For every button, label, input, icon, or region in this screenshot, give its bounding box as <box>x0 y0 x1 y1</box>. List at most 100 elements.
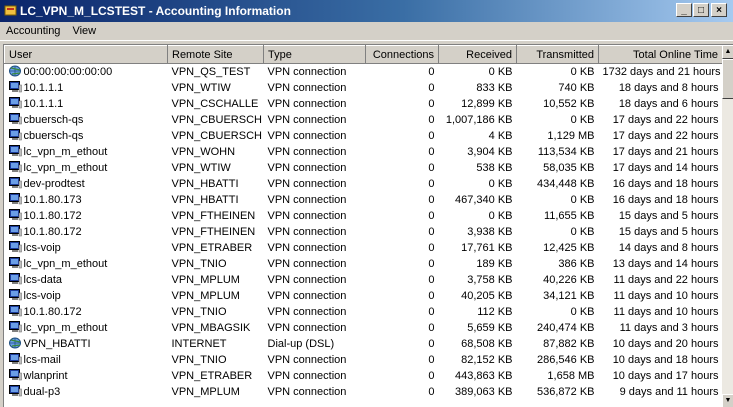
cell-received: 17,761 KB <box>461 242 513 254</box>
computer-icon <box>8 81 22 93</box>
col-header-user[interactable]: User <box>4 45 168 64</box>
table-row[interactable]: VPN_HBATTI INTERNET Dial-up (DSL) 0 68,508 K… <box>5 336 723 352</box>
cell-remote-site: VPN_ETRABER <box>171 370 253 382</box>
computer-icon <box>8 209 22 221</box>
minimize-button[interactable]: _ <box>676 3 692 17</box>
table-row[interactable]: dev-prodtest VPN_HBATTI VPN connection 0 0 K… <box>5 176 723 192</box>
table-row[interactable]: wlanprint VPN_ETRABER VPN connection 0 443,8… <box>5 368 723 384</box>
table-row[interactable]: lc_vpn_m_ethout VPN_TNIO VPN connection 0 18… <box>5 256 723 272</box>
user-name: 10.1.1.1 <box>23 82 64 94</box>
computer-icon <box>8 385 22 397</box>
cell-received: 389,063 KB <box>455 386 513 398</box>
table-row[interactable]: lcs-voip VPN_ETRABER VPN connection 0 17,761… <box>5 240 723 256</box>
scroll-thumb[interactable] <box>722 59 733 99</box>
cell-type: Dial-up (DSL) <box>267 338 335 350</box>
menu-view[interactable]: View <box>66 22 102 40</box>
cell-received: 467,340 KB <box>455 194 513 206</box>
user-name: 00:00:00:00:00:00 <box>23 66 113 78</box>
cell-type: VPN connection <box>267 322 347 334</box>
cell-connections: 0 <box>428 274 435 286</box>
table-row[interactable]: dual-p3 VPN_MPLUM VPN connection 0 389,063 K… <box>5 384 723 400</box>
title-bar[interactable]: LC_VPN_M_LCSTEST - Accounting Informatio… <box>0 0 733 22</box>
maximize-button[interactable]: □ <box>693 3 709 17</box>
accounting-list: User Remote Site Type Connections Receiv… <box>3 44 733 407</box>
scroll-up-button[interactable]: ▲ <box>722 45 733 59</box>
cell-received: 833 KB <box>476 82 513 94</box>
cell-remote-site: VPN_WTIW <box>171 82 231 94</box>
table-row[interactable]: 10.1.80.172 VPN_FTHEINEN VPN connection 0 3,… <box>5 224 723 240</box>
cell-total-online-time: 9 days and 11 hours <box>619 386 719 398</box>
table-row[interactable]: lc_vpn_m_ethout VPN_WOHN VPN connection 0 3,… <box>5 144 723 160</box>
cell-received: 538 KB <box>476 162 513 174</box>
cell-user: cbuersch-qs <box>5 112 168 128</box>
table-row[interactable]: 10.1.1.1 VPN_WTIW VPN connection 0 833 KB 740… <box>5 80 723 96</box>
table-row[interactable]: cbuersch-qs VPN_CBUERSCH VPN connection 0 1,… <box>5 112 723 128</box>
table-row[interactable]: lc_vpn_m_ethout VPN_MBAGSIK VPN connection… <box>5 320 723 336</box>
cell-remote-site: VPN_TNIO <box>171 258 227 270</box>
col-header-transmitted[interactable]: Transmitted <box>516 45 599 64</box>
cell-connections: 0 <box>428 354 435 366</box>
cell-connections: 0 <box>428 114 435 126</box>
cell-total-online-time: 11 days and 10 hours <box>613 290 719 302</box>
table-row[interactable]: lcs-mail VPN_TNIO VPN connection 0 82,152 KB… <box>5 352 723 368</box>
cell-total-online-time: 15 days and 5 hours <box>618 226 719 238</box>
cell-total-online-time: 10 days and 20 hours <box>612 338 719 350</box>
cell-user: wlanprint <box>5 368 168 384</box>
computer-icon <box>8 193 22 205</box>
cell-connections: 0 <box>428 210 435 222</box>
menu-accounting[interactable]: Accounting <box>0 22 66 40</box>
cell-received: 1,007,186 KB <box>445 114 513 126</box>
cell-user: cbuersch-qs <box>5 128 168 144</box>
cell-total-online-time: 16 days and 18 hours <box>612 178 719 190</box>
vertical-scrollbar[interactable]: ▲ ▼ <box>722 45 733 407</box>
user-name: lcs-voip <box>23 290 61 302</box>
cell-received: 3,758 KB <box>467 274 513 286</box>
cell-transmitted: 0 KB <box>570 66 595 78</box>
cell-transmitted: 740 KB <box>558 82 595 94</box>
cell-remote-site: VPN_MPLUM <box>171 274 240 286</box>
table-row[interactable]: 10.1.1.1 VPN_CSCHALLE VPN connection 0 12,89… <box>5 96 723 112</box>
cell-received: 3,938 KB <box>467 226 513 238</box>
user-name: lc_vpn_m_ethout <box>23 322 108 334</box>
table-row[interactable]: cbuersch-qs VPN_CBUERSCH VPN connection 0 4 … <box>5 128 723 144</box>
computer-icon <box>8 353 22 365</box>
cell-transmitted: 286,546 KB <box>537 354 595 366</box>
cell-user: lcs-voip <box>5 288 168 304</box>
cell-remote-site: VPN_HBATTI <box>171 178 239 190</box>
col-header-total-online-time[interactable]: Total Online Time <box>598 45 723 64</box>
col-header-connections[interactable]: Connections <box>365 45 439 64</box>
cell-type: VPN connection <box>267 258 347 270</box>
col-header-remote-site[interactable]: Remote Site <box>167 45 264 64</box>
cell-total-online-time: 15 days and 5 hours <box>618 210 719 222</box>
user-name: lcs-mail <box>23 354 61 366</box>
cell-user: lc_vpn_m_ethout <box>5 160 168 176</box>
cell-connections: 0 <box>428 370 435 382</box>
cell-total-online-time: 17 days and 22 hours <box>612 130 719 142</box>
cell-transmitted: 240,474 KB <box>537 322 595 334</box>
table-row[interactable]: lcs-data VPN_MPLUM VPN connection 0 3,758 KB… <box>5 272 723 288</box>
scroll-down-button[interactable]: ▼ <box>722 394 733 407</box>
cell-received: 12,899 KB <box>461 98 513 110</box>
cell-connections: 0 <box>428 82 435 94</box>
cell-type: VPN connection <box>267 370 347 382</box>
col-header-received[interactable]: Received <box>438 45 517 64</box>
cell-total-online-time: 16 days and 18 hours <box>612 194 719 206</box>
table-row[interactable]: lcs-voip VPN_MPLUM VPN connection 0 40,205 K… <box>5 288 723 304</box>
table-row[interactable]: 10.1.80.172 VPN_TNIO VPN connection 0 112 KB… <box>5 304 723 320</box>
col-header-type[interactable]: Type <box>263 45 366 64</box>
table-row[interactable]: 10.1.80.173 VPN_HBATTI VPN connection 0 467,… <box>5 192 723 208</box>
cell-total-online-time: 18 days and 8 hours <box>618 82 719 94</box>
cell-remote-site: VPN_WOHN <box>171 146 236 158</box>
table-row[interactable]: 00:00:00:00:00:00 VPN_QS_TEST VPN connecti… <box>5 64 723 81</box>
table-row[interactable]: lc_vpn_m_ethout VPN_WTIW VPN connection 0 53… <box>5 160 723 176</box>
user-name: 10.1.80.172 <box>23 210 82 222</box>
cell-type: VPN connection <box>267 386 347 398</box>
table-row[interactable]: 10.1.80.172 VPN_FTHEINEN VPN connection 0 0 … <box>5 208 723 224</box>
cell-connections: 0 <box>428 338 435 350</box>
cell-remote-site: VPN_MPLUM <box>171 386 240 398</box>
cell-user: lc_vpn_m_ethout <box>5 320 168 336</box>
cell-connections: 0 <box>428 306 435 318</box>
close-button[interactable]: × <box>711 3 727 17</box>
globe-icon <box>8 65 22 77</box>
cell-total-online-time: 18 days and 6 hours <box>618 98 719 110</box>
